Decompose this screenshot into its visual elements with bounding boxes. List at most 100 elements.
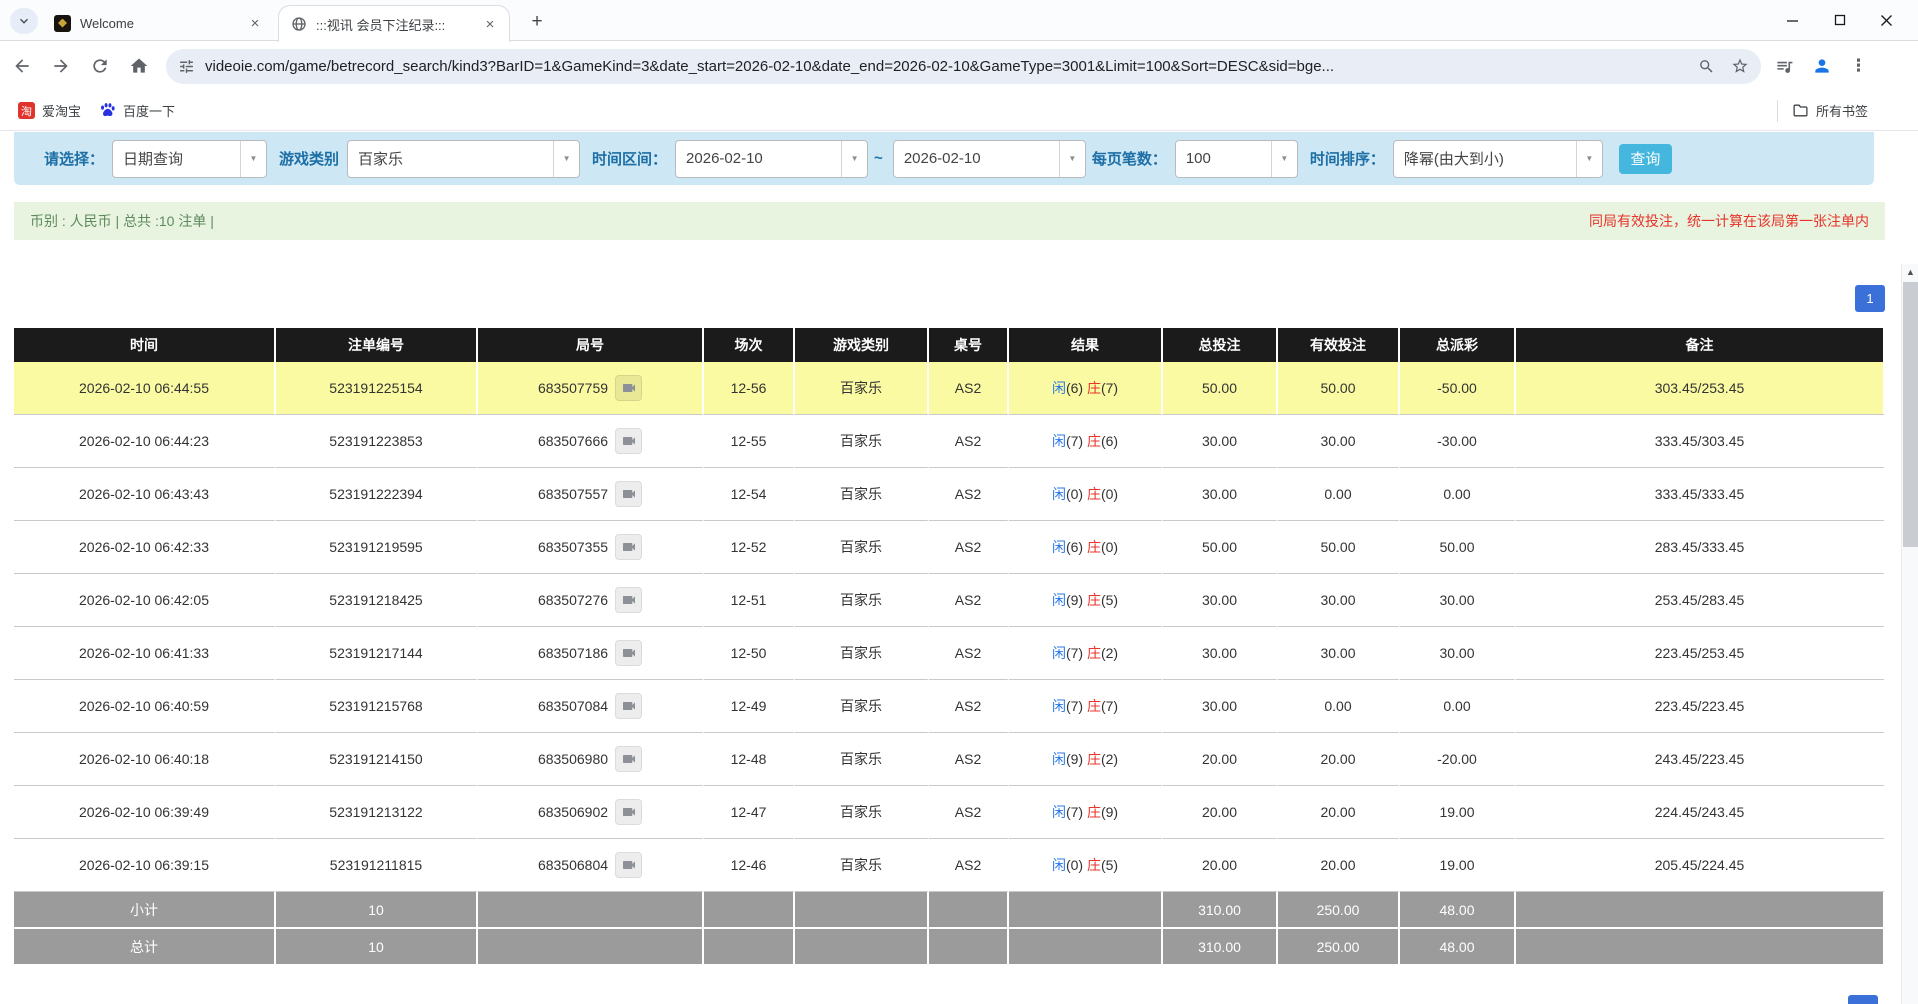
video-replay-button[interactable] bbox=[615, 693, 642, 719]
video-replay-button[interactable] bbox=[615, 375, 642, 401]
window-minimize-button[interactable] bbox=[1769, 0, 1816, 40]
tab-title: Welcome bbox=[80, 16, 246, 31]
table-cell: -20.00 bbox=[1400, 733, 1516, 786]
table-cell: 2026-02-10 06:42:33 bbox=[14, 521, 276, 574]
table-cell: 683506902 bbox=[478, 786, 704, 839]
table-cell: 50.00 bbox=[1278, 521, 1400, 574]
table-cell: 683507557 bbox=[478, 468, 704, 521]
media-controls-icon[interactable] bbox=[1775, 57, 1794, 76]
table-cell: 250.00 bbox=[1278, 892, 1400, 929]
table-cell: AS2 bbox=[929, 521, 1009, 574]
table-cell: 253.45/283.45 bbox=[1516, 574, 1885, 627]
all-bookmarks-label: 所有书签 bbox=[1816, 101, 1868, 120]
column-header: 时间 bbox=[14, 328, 276, 362]
currency-summary-text: 币别 : 人民币 | 总共 :10 注单 | bbox=[30, 211, 214, 231]
game-type-select[interactable]: 百家乐 ▼ bbox=[347, 140, 580, 178]
bookmark-aitaobao[interactable]: 淘 爱淘宝 bbox=[18, 101, 81, 120]
video-replay-button[interactable] bbox=[615, 746, 642, 772]
reload-button[interactable] bbox=[83, 49, 117, 83]
dropdown-arrow-icon: ▼ bbox=[1271, 141, 1297, 177]
window-maximize-button[interactable] bbox=[1816, 0, 1863, 40]
table-cell: 闲(6) 庄(0) bbox=[1009, 521, 1163, 574]
table-cell: 683507084 bbox=[478, 680, 704, 733]
table-row: 2026-02-10 06:44:23523191223853683507666… bbox=[14, 415, 1885, 468]
window-close-button[interactable] bbox=[1863, 0, 1910, 40]
tab-welcome[interactable]: Welcome × bbox=[42, 5, 274, 41]
time-sort-select[interactable]: 降幂(由大到小) ▼ bbox=[1393, 140, 1603, 178]
video-replay-button[interactable] bbox=[615, 534, 642, 560]
url-text: videoie.com/game/betrecord_search/kind3?… bbox=[205, 58, 1698, 75]
scrollbar-up-arrow[interactable]: ▲ bbox=[1902, 264, 1918, 280]
site-info-icon[interactable] bbox=[178, 58, 195, 75]
table-cell bbox=[704, 892, 795, 929]
table-cell: 30.00 bbox=[1278, 627, 1400, 680]
table-cell: 50.00 bbox=[1163, 521, 1278, 574]
date-end-input[interactable]: 2026-02-10 ▼ bbox=[893, 140, 1086, 178]
table-cell: 12-46 bbox=[704, 839, 795, 892]
round-number: 683507557 bbox=[538, 486, 608, 502]
query-button[interactable]: 查询 bbox=[1619, 144, 1672, 174]
table-cell: 12-50 bbox=[704, 627, 795, 680]
table-cell bbox=[929, 929, 1009, 966]
table-cell: 百家乐 bbox=[795, 786, 929, 839]
round-number: 683506902 bbox=[538, 804, 608, 820]
bookmark-baidu[interactable]: 百度一下 bbox=[99, 101, 175, 120]
table-cell: 683507759 bbox=[478, 362, 704, 415]
bookmark-star-icon[interactable] bbox=[1731, 57, 1749, 75]
table-row: 2026-02-10 06:39:49523191213122683506902… bbox=[14, 786, 1885, 839]
page-scrollbar[interactable]: ▲ bbox=[1901, 264, 1918, 1004]
tab-close-icon[interactable]: × bbox=[246, 14, 264, 32]
table-row: 2026-02-10 06:40:59523191215768683507084… bbox=[14, 680, 1885, 733]
forward-button[interactable] bbox=[44, 49, 78, 83]
query-type-select[interactable]: 日期查询 ▼ bbox=[112, 140, 267, 178]
pagination-page-1-top[interactable]: 1 bbox=[1855, 285, 1885, 312]
table-cell: 30.00 bbox=[1163, 574, 1278, 627]
table-cell: AS2 bbox=[929, 468, 1009, 521]
per-page-select[interactable]: 100 ▼ bbox=[1175, 140, 1298, 178]
video-replay-button[interactable] bbox=[615, 640, 642, 666]
video-replay-button[interactable] bbox=[615, 481, 642, 507]
folder-icon bbox=[1792, 102, 1809, 119]
table-cell: 19.00 bbox=[1400, 839, 1516, 892]
zoom-icon[interactable] bbox=[1698, 58, 1715, 75]
back-button[interactable] bbox=[5, 49, 39, 83]
table-footer: 小计10310.00250.0048.00总计10310.00250.0048.… bbox=[14, 892, 1885, 966]
home-button[interactable] bbox=[122, 49, 156, 83]
table-cell: 30.00 bbox=[1163, 680, 1278, 733]
table-cell: 523191215768 bbox=[276, 680, 478, 733]
table-cell: 19.00 bbox=[1400, 786, 1516, 839]
all-bookmarks-button[interactable]: 所有书签 bbox=[1777, 100, 1868, 122]
column-header: 有效投注 bbox=[1278, 328, 1400, 362]
chevron-down-icon bbox=[17, 14, 31, 28]
new-tab-button[interactable]: + bbox=[524, 9, 550, 35]
table-cell: 683506804 bbox=[478, 839, 704, 892]
tab-search-button[interactable] bbox=[10, 8, 38, 34]
filter-bar: 请选择： 日期查询 ▼ 游戏类别 百家乐 ▼ 时间区间： 2026-02-10 … bbox=[14, 132, 1874, 185]
menu-dots-icon[interactable]: ⋮ bbox=[1850, 56, 1867, 76]
table-cell: 10 bbox=[276, 929, 478, 966]
table-cell: 523191213122 bbox=[276, 786, 478, 839]
video-replay-button[interactable] bbox=[615, 587, 642, 613]
table-row: 2026-02-10 06:42:33523191219595683507355… bbox=[14, 521, 1885, 574]
round-number: 683506804 bbox=[538, 857, 608, 873]
round-number: 683507186 bbox=[538, 645, 608, 661]
pagination-page-1-bottom[interactable]: 1 bbox=[1848, 995, 1878, 1004]
tab-bet-record[interactable]: :::视讯 会员下注纪录::: × bbox=[278, 5, 510, 42]
profile-avatar-icon[interactable] bbox=[1812, 56, 1832, 76]
table-cell: 闲(9) 庄(2) bbox=[1009, 733, 1163, 786]
table-row: 2026-02-10 06:40:18523191214150683506980… bbox=[14, 733, 1885, 786]
video-replay-button[interactable] bbox=[615, 428, 642, 454]
scrollbar-thumb[interactable] bbox=[1903, 282, 1918, 547]
table-cell: 12-55 bbox=[704, 415, 795, 468]
table-cell: 12-51 bbox=[704, 574, 795, 627]
video-replay-button[interactable] bbox=[615, 852, 642, 878]
table-row: 2026-02-10 06:44:55523191225154683507759… bbox=[14, 362, 1885, 415]
address-bar[interactable]: videoie.com/game/betrecord_search/kind3?… bbox=[166, 49, 1761, 84]
table-header-row: 时间注单编号局号场次游戏类别桌号结果总投注有效投注总派彩备注 bbox=[14, 328, 1885, 362]
per-page-label: 每页笔数： bbox=[1092, 148, 1167, 169]
table-cell: AS2 bbox=[929, 627, 1009, 680]
video-replay-button[interactable] bbox=[615, 799, 642, 825]
range-separator: ~ bbox=[874, 150, 883, 167]
date-start-input[interactable]: 2026-02-10 ▼ bbox=[675, 140, 868, 178]
tab-close-icon[interactable]: × bbox=[481, 15, 499, 33]
